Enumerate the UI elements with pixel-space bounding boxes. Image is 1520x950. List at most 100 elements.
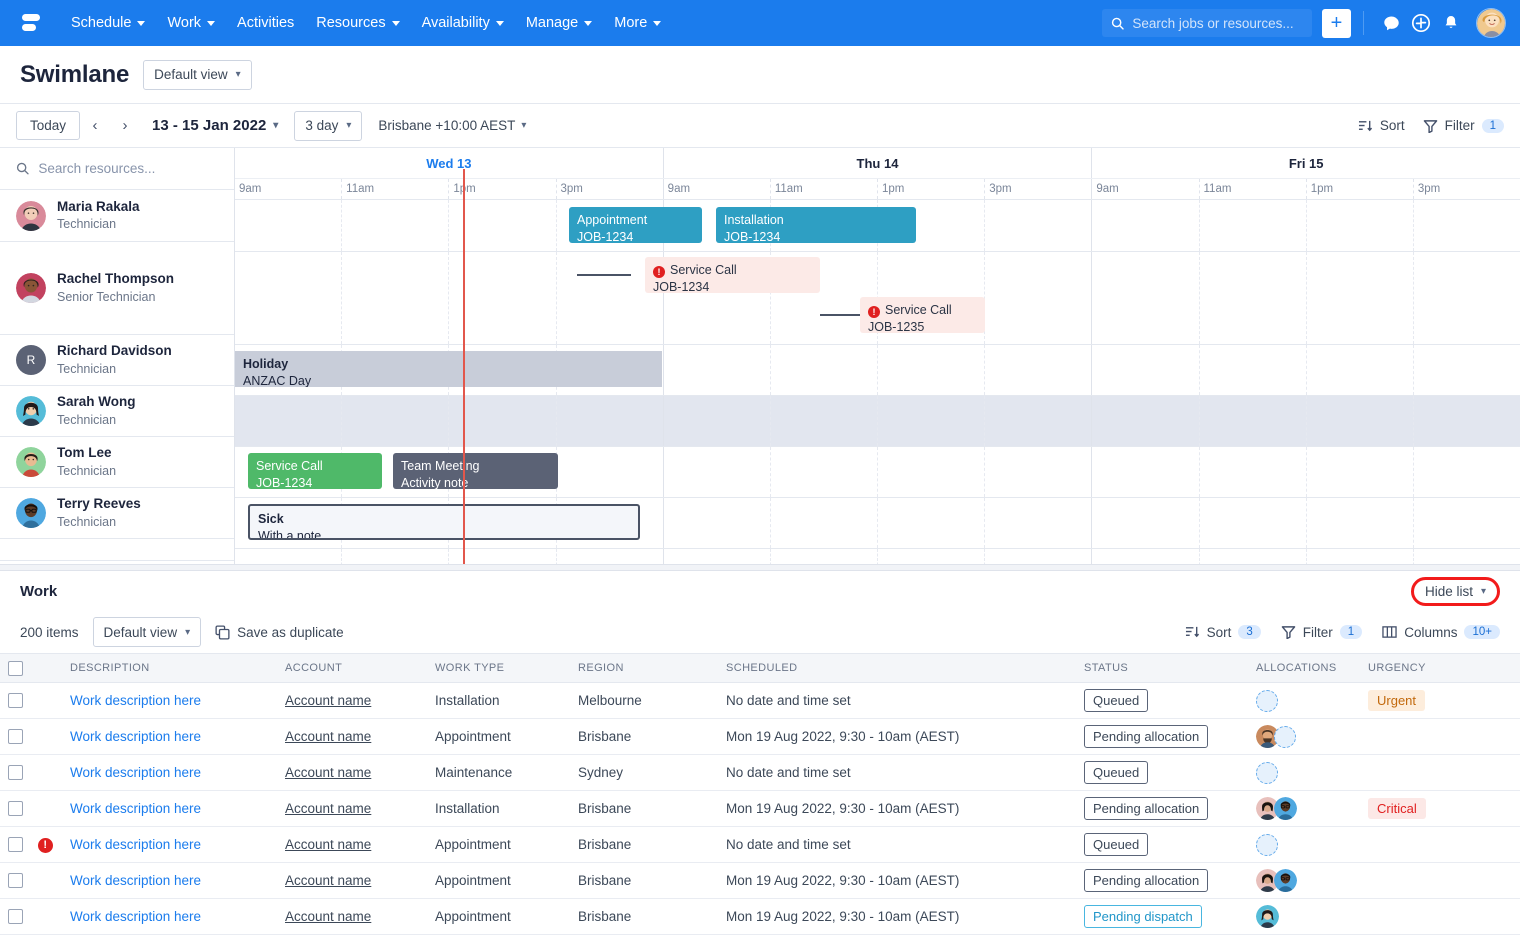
row-checkbox[interactable] (8, 765, 23, 780)
table-row[interactable]: Work description here Account name Appoi… (0, 863, 1520, 899)
view-selector[interactable]: Default view ▾ (143, 60, 252, 90)
status-badge[interactable]: Queued (1084, 761, 1148, 784)
table-row[interactable]: Work description here Account name Insta… (0, 791, 1520, 827)
nav-item-availability[interactable]: Availability (411, 9, 515, 37)
day-header-fri-15[interactable]: Fri 15 (1092, 148, 1520, 178)
schedule-row-tom-lee[interactable]: Service Call JOB-1234 Team Meeting Activ… (235, 447, 1520, 498)
resource-row-rachel-thompson[interactable]: Rachel Thompson Senior Technician (0, 242, 234, 335)
schedule-sort-button[interactable]: Sort (1358, 118, 1405, 133)
allocation-group[interactable] (1256, 834, 1352, 856)
schedule-event-sick[interactable]: Sick With a note (248, 504, 640, 540)
account-link[interactable]: Account name (285, 693, 371, 708)
schedule-row-rachel-thompson[interactable]: !Service Call JOB-1234 !Service Call JOB… (235, 252, 1520, 345)
work-view-selector[interactable]: Default view ▾ (93, 617, 202, 647)
row-checkbox[interactable] (8, 909, 23, 924)
allocation-group[interactable] (1256, 797, 1352, 820)
column-header-urgency[interactable]: URGENCY (1360, 654, 1520, 683)
work-description-link[interactable]: Work description here (70, 909, 201, 924)
date-range-selector[interactable]: 13 - 15 Jan 2022 ▾ (152, 117, 278, 134)
account-link[interactable]: Account name (285, 765, 371, 780)
previous-period-button[interactable]: ‹ (80, 111, 110, 141)
status-badge[interactable]: Pending allocation (1084, 797, 1208, 820)
account-link[interactable]: Account name (285, 909, 371, 924)
hide-list-button[interactable]: Hide list ▾ (1425, 584, 1486, 599)
skedulo-logo-icon[interactable] (14, 6, 48, 40)
nav-item-more[interactable]: More (603, 9, 672, 37)
work-description-link[interactable]: Work description here (70, 729, 201, 744)
chat-icon[interactable] (1376, 8, 1406, 38)
allocation-group[interactable] (1256, 690, 1352, 712)
allocation-group[interactable] (1256, 905, 1352, 928)
status-badge[interactable]: Queued (1084, 833, 1148, 856)
work-sort-button[interactable]: Sort 3 (1185, 625, 1261, 640)
save-as-duplicate-button[interactable]: Save as duplicate (215, 625, 344, 640)
schedule-filter-button[interactable]: Filter 1 (1423, 118, 1504, 133)
column-header-account[interactable]: ACCOUNT (277, 654, 427, 683)
schedule-row-partial[interactable] (235, 549, 1520, 564)
schedule-row-terry-reeves[interactable]: Sick With a note (235, 498, 1520, 549)
column-header-allocations[interactable]: ALLOCATIONS (1248, 654, 1360, 683)
allocation-group[interactable] (1256, 869, 1352, 892)
status-badge[interactable]: Pending allocation (1084, 725, 1208, 748)
allocation-group[interactable] (1256, 725, 1352, 748)
work-description-link[interactable]: Work description here (70, 873, 201, 888)
table-row[interactable]: ! Work description here Account name App… (0, 827, 1520, 863)
nav-item-resources[interactable]: Resources (305, 9, 410, 37)
search-input[interactable] (1132, 16, 1303, 31)
table-row[interactable]: Work description here Account name Appoi… (0, 719, 1520, 755)
sync-icon[interactable] (1406, 8, 1436, 38)
schedule-event-service-call-1235[interactable]: !Service Call JOB-1235 (860, 297, 985, 333)
schedule-event-team-meeting[interactable]: Team Meeting Activity note (393, 453, 558, 489)
schedule-row-richard-davidson[interactable]: Holiday ANZAC Day (235, 345, 1520, 396)
nav-item-schedule[interactable]: Schedule (60, 9, 156, 37)
account-link[interactable]: Account name (285, 837, 371, 852)
table-row[interactable]: Work description here Account name Insta… (0, 683, 1520, 719)
work-description-link[interactable]: Work description here (70, 765, 201, 780)
row-checkbox[interactable] (8, 693, 23, 708)
allocation-group[interactable] (1256, 762, 1352, 784)
resource-row-richard-davidson[interactable]: R Richard Davidson Technician (0, 335, 234, 386)
range-size-selector[interactable]: 3 day ▾ (294, 111, 362, 141)
work-filter-button[interactable]: Filter 1 (1281, 625, 1362, 640)
row-checkbox[interactable] (8, 837, 23, 852)
work-columns-button[interactable]: Columns 10+ (1382, 625, 1500, 640)
create-new-button[interactable]: + (1322, 9, 1351, 38)
work-description-link[interactable]: Work description here (70, 693, 201, 708)
schedule-event-appointment[interactable]: Appointment JOB-1234 (569, 207, 702, 243)
schedule-event-installation[interactable]: Installation JOB-1234 (716, 207, 916, 243)
column-header-region[interactable]: REGION (570, 654, 718, 683)
schedule-event-holiday[interactable]: Holiday ANZAC Day (235, 351, 662, 387)
next-period-button[interactable]: › (110, 111, 140, 141)
resource-search-input[interactable] (38, 161, 218, 176)
global-search[interactable] (1102, 9, 1312, 37)
column-header-status[interactable]: STATUS (1076, 654, 1248, 683)
status-badge[interactable]: Pending dispatch (1084, 905, 1202, 928)
schedule-row-sarah-wong[interactable] (235, 396, 1520, 447)
schedule-event-service-call-tom[interactable]: Service Call JOB-1234 (248, 453, 382, 489)
select-all-checkbox[interactable] (8, 661, 23, 676)
account-link[interactable]: Account name (285, 873, 371, 888)
nav-item-work[interactable]: Work (156, 9, 226, 37)
work-description-link[interactable]: Work description here (70, 801, 201, 816)
column-header-description[interactable]: DESCRIPTION (62, 654, 277, 683)
row-checkbox[interactable] (8, 873, 23, 888)
status-badge[interactable]: Queued (1084, 689, 1148, 712)
today-button[interactable]: Today (16, 111, 80, 140)
status-badge[interactable]: Pending allocation (1084, 869, 1208, 892)
resource-search[interactable] (0, 148, 234, 190)
nav-item-activities[interactable]: Activities (226, 9, 305, 37)
table-row[interactable]: Work description here Account name Maint… (0, 755, 1520, 791)
schedule-event-service-call-1234[interactable]: !Service Call JOB-1234 (645, 257, 820, 293)
user-avatar[interactable] (1476, 8, 1506, 38)
resource-row-sarah-wong[interactable]: Sarah Wong Technician (0, 386, 234, 437)
work-description-link[interactable]: Work description here (70, 837, 201, 852)
bell-icon[interactable] (1436, 8, 1466, 38)
day-header-wed-13[interactable]: Wed 13 (235, 148, 664, 178)
column-header-work-type[interactable]: WORK TYPE (427, 654, 570, 683)
column-header-scheduled[interactable]: SCHEDULED (718, 654, 1076, 683)
resource-row-tom-lee[interactable]: Tom Lee Technician (0, 437, 234, 488)
timezone-selector[interactable]: Brisbane +10:00 AEST ▾ (378, 118, 526, 133)
day-header-thu-14[interactable]: Thu 14 (664, 148, 1093, 178)
resource-row-maria-rakala[interactable]: Maria Rakala Technician (0, 190, 234, 242)
row-checkbox[interactable] (8, 801, 23, 816)
